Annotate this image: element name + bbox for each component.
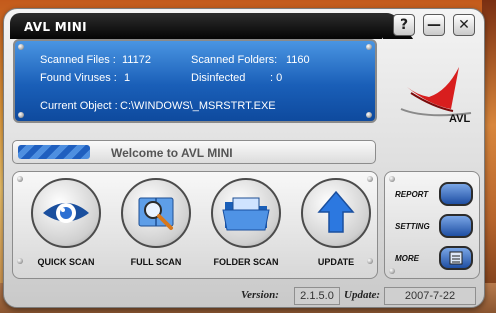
full-scan-label: FULL SCAN bbox=[130, 257, 182, 267]
corner-led-icon bbox=[18, 112, 24, 118]
eye-icon bbox=[43, 203, 89, 223]
version-value: 2.1.5.0 bbox=[294, 287, 340, 305]
side-panel: REPORT SETTING MORE bbox=[384, 171, 480, 279]
corner-led-icon bbox=[389, 268, 395, 274]
update-label: UPDATE bbox=[317, 257, 355, 267]
report-button[interactable] bbox=[439, 182, 473, 206]
welcome-text: Welcome to AVL MINI bbox=[111, 146, 233, 160]
update-button[interactable]: UPDATE bbox=[296, 178, 376, 276]
corner-led-icon bbox=[366, 112, 372, 118]
current-object-label: Current Object : bbox=[40, 100, 118, 112]
help-button[interactable]: ? bbox=[393, 14, 415, 36]
folder-icon bbox=[222, 197, 270, 231]
quick-scan-ring bbox=[31, 178, 101, 248]
minimize-button[interactable]: — bbox=[423, 14, 445, 36]
minimize-icon: — bbox=[427, 17, 441, 33]
quick-scan-label: QUICK SCAN bbox=[37, 257, 95, 267]
close-button[interactable]: ✕ bbox=[453, 14, 475, 36]
corner-led-icon bbox=[18, 44, 24, 50]
version-label: Version: bbox=[241, 289, 279, 301]
arrow-up-icon bbox=[317, 190, 355, 233]
title-bar[interactable]: AVL MINI bbox=[10, 13, 382, 39]
update-ring bbox=[301, 178, 371, 248]
status-panel: Scanned Files : 11172 Scanned Folders: 1… bbox=[13, 39, 377, 123]
more-label: MORE bbox=[395, 254, 419, 263]
quick-scan-button[interactable]: QUICK SCAN bbox=[26, 178, 106, 276]
app-window: AVL MINI ? — ✕ Scanned Files : 11172 Sca… bbox=[3, 8, 485, 308]
found-viruses-label: Found Viruses : bbox=[40, 72, 117, 84]
disinfected-value: : 0 bbox=[270, 72, 283, 84]
folder-scan-button[interactable]: FOLDER SCAN bbox=[206, 178, 286, 276]
full-scan-ring bbox=[121, 178, 191, 248]
folder-scan-ring bbox=[211, 178, 281, 248]
update-date-value: 2007-7-22 bbox=[384, 287, 476, 305]
avl-logo: AVL bbox=[389, 47, 481, 127]
magnifier-book-icon bbox=[138, 197, 174, 230]
setting-label: SETTING bbox=[395, 222, 430, 231]
corner-led-icon bbox=[17, 176, 23, 182]
scanned-folders-label: Scanned Folders: bbox=[191, 54, 278, 66]
corner-led-icon bbox=[366, 44, 372, 50]
logo-text: AVL bbox=[449, 113, 471, 125]
scan-panel: QUICK SCAN FULL SCAN FOLDER SCAN UPDATE bbox=[12, 171, 378, 279]
welcome-bar: Welcome to AVL MINI bbox=[12, 140, 376, 164]
scanned-files-label: Scanned Files : bbox=[40, 54, 116, 66]
version-bar: Version: 2.1.5.0 Update: 2007-7-22 bbox=[236, 287, 482, 305]
list-icon bbox=[449, 251, 463, 265]
report-label: REPORT bbox=[395, 190, 429, 199]
update-date-label: Update: bbox=[344, 289, 381, 301]
found-viruses-value: 1 bbox=[124, 72, 131, 84]
scanned-files-value: 11172 bbox=[122, 54, 151, 66]
window-title: AVL MINI bbox=[24, 20, 87, 34]
more-button[interactable] bbox=[439, 246, 473, 270]
folder-scan-label: FOLDER SCAN bbox=[213, 257, 279, 267]
activity-indicator bbox=[18, 145, 90, 159]
scanned-folders-value: 1160 bbox=[286, 54, 310, 66]
setting-button[interactable] bbox=[439, 214, 473, 238]
corner-led-icon bbox=[389, 176, 395, 182]
help-icon: ? bbox=[399, 17, 409, 33]
current-object-value: C:\WINDOWS\_MSRSTRT.EXE bbox=[120, 100, 276, 112]
full-scan-button[interactable]: FULL SCAN bbox=[116, 178, 196, 276]
close-icon: ✕ bbox=[458, 17, 470, 33]
disinfected-label: Disinfected bbox=[191, 72, 246, 84]
